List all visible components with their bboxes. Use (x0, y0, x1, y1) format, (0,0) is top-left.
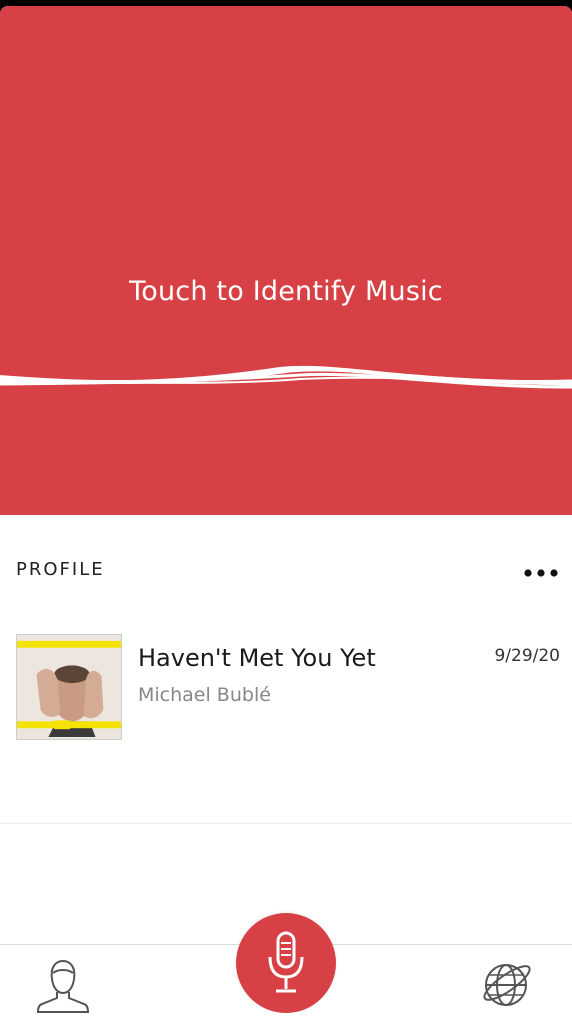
sound-wave-graphic (0, 365, 572, 389)
person-icon[interactable] (36, 957, 90, 1013)
more-horizontal-icon[interactable] (522, 565, 562, 581)
identify-prompt: Touch to Identify Music (129, 276, 443, 307)
app-screen: Touch to Identify Music PROFILE Haven't … (0, 6, 572, 1024)
list-divider (0, 823, 572, 824)
identified-date: 9/29/20 (494, 646, 560, 666)
album-art-image (16, 634, 122, 740)
identify-music-area[interactable]: Touch to Identify Music (0, 6, 572, 515)
globe-icon[interactable] (480, 957, 534, 1011)
profile-section-header: PROFILE (16, 559, 105, 580)
song-title: Haven't Met You Yet (138, 644, 376, 672)
microphone-icon (268, 931, 304, 993)
history-list-item[interactable]: Haven't Met You Yet Michael Bublé 9/29/2… (0, 616, 572, 756)
song-artist: Michael Bublé (138, 684, 271, 706)
identify-mic-button[interactable] (236, 913, 336, 1013)
